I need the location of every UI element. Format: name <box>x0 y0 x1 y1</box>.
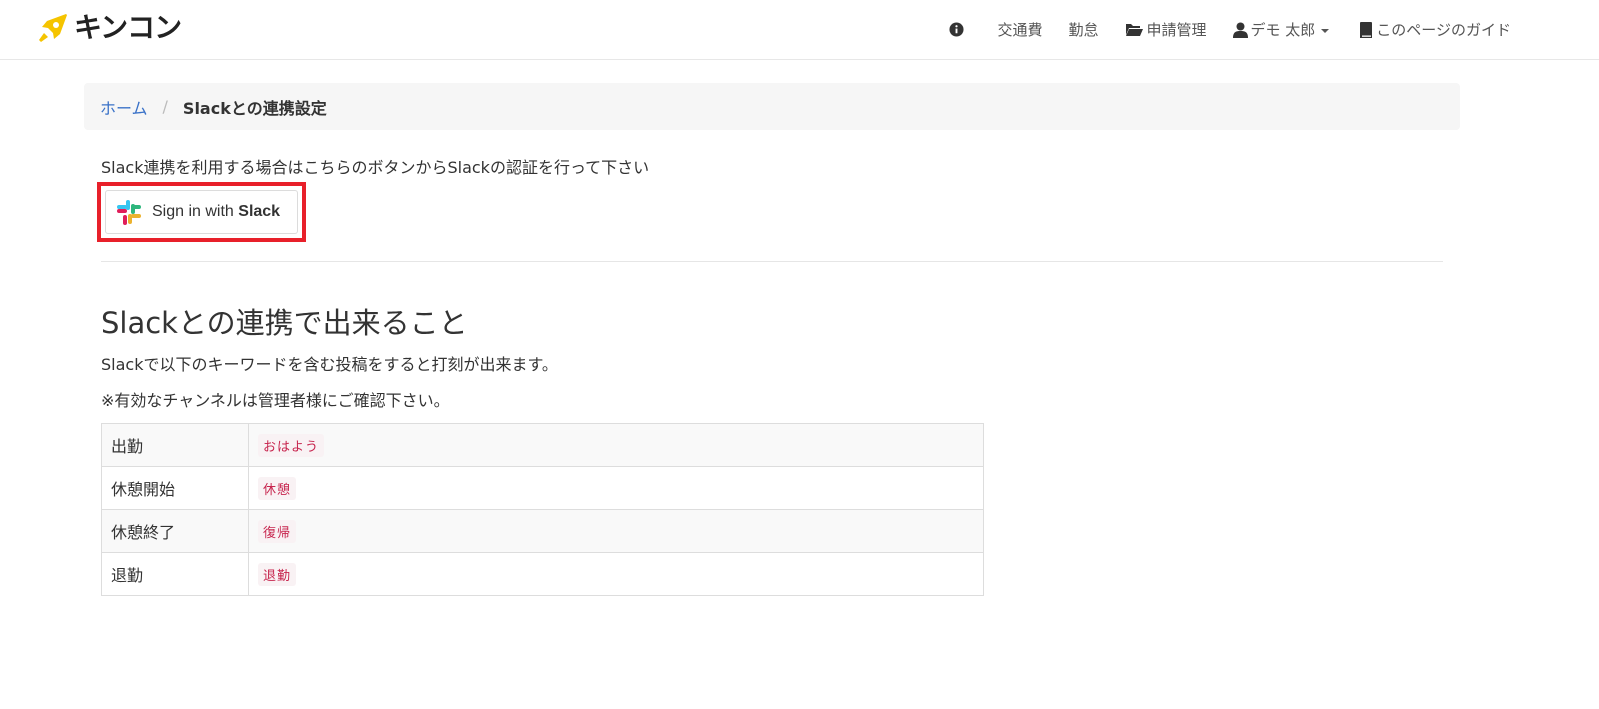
nav-user-menu[interactable]: デモ 太郎 <box>1220 0 1345 59</box>
breadcrumb: ホーム / Slackとの連携設定 <box>84 83 1460 130</box>
nav-requests-label: 申請管理 <box>1146 21 1207 39</box>
keyword-code: 退勤 <box>258 562 297 586</box>
slack-button-prefix: Sign in with <box>152 203 239 220</box>
caret-down-icon <box>1321 28 1330 33</box>
top-navbar: キンコン 交通費 勤怠 申請管理 デモ 太郎 このページのガイド <box>0 0 1599 60</box>
info-circle-icon <box>949 22 964 37</box>
folder-open-icon <box>1125 22 1144 37</box>
nav-transport-label: 交通費 <box>997 21 1043 39</box>
slack-button-label: Sign in with Slack <box>152 203 280 221</box>
brand-name: キンコン <box>74 11 182 44</box>
table-cell-keyword: おはよう <box>248 423 984 467</box>
table-cell-action: 退勤 <box>101 552 249 596</box>
slack-logo-icon <box>117 200 141 225</box>
section-note: ※有効なチャンネルは管理者様にご確認下さい。 <box>101 391 450 410</box>
section-title: Slackとの連携で出来ること <box>101 306 468 340</box>
divider <box>101 261 1443 262</box>
user-icon <box>1232 22 1248 38</box>
slack-button-brand: Slack <box>238 203 281 220</box>
main-nav: 交通費 勤怠 申請管理 デモ 太郎 このページのガイド <box>949 0 1599 59</box>
breadcrumb-home-link[interactable]: ホーム <box>100 95 148 119</box>
table-row: 休憩終了 復帰 <box>101 509 984 553</box>
keyword-code: 休憩 <box>258 476 297 500</box>
table-cell-action: 休憩終了 <box>101 509 249 553</box>
table-cell-action: 出勤 <box>101 423 249 467</box>
breadcrumb-separator: / <box>162 97 168 116</box>
keyword-table: 出勤 おはよう 休憩開始 休憩 休憩終了 復帰 退勤 退勤 <box>101 423 984 596</box>
table-cell-keyword: 休憩 <box>248 466 984 510</box>
table-cell-action: 休憩開始 <box>101 466 249 510</box>
keyword-code: おはよう <box>258 433 325 457</box>
table-cell-keyword: 退勤 <box>248 552 984 596</box>
nav-info[interactable] <box>949 0 984 59</box>
brand-logo[interactable]: キンコン <box>36 11 182 45</box>
table-row: 休憩開始 休憩 <box>101 466 984 510</box>
table-cell-keyword: 復帰 <box>248 509 984 553</box>
intro-text: Slack連携を利用する場合はこちらのボタンからSlackの認証を行って下さい <box>101 158 650 177</box>
sign-in-with-slack-button[interactable]: Sign in with Slack <box>105 190 298 234</box>
nav-attendance-label: 勤怠 <box>1068 21 1099 39</box>
table-row: 出勤 おはよう <box>101 423 984 467</box>
book-icon <box>1359 21 1373 38</box>
nav-guide-label: このページのガイド <box>1376 21 1511 39</box>
nav-user-label: デモ 太郎 <box>1250 21 1316 39</box>
nav-requests[interactable]: 申請管理 <box>1112 0 1220 59</box>
rocket-logo-icon <box>39 14 67 42</box>
nav-attendance[interactable]: 勤怠 <box>1055 0 1111 59</box>
nav-guide[interactable]: このページのガイド <box>1344 0 1599 59</box>
nav-transport[interactable]: 交通費 <box>984 0 1055 59</box>
slack-button-highlight: Sign in with Slack <box>97 182 306 242</box>
breadcrumb-current: Slackとの連携設定 <box>182 98 327 118</box>
table-row: 退勤 退勤 <box>101 552 984 596</box>
section-description: Slackで以下のキーワードを含む投稿をすると打刻が出来ます。 <box>101 355 558 374</box>
keyword-code: 復帰 <box>258 519 297 543</box>
